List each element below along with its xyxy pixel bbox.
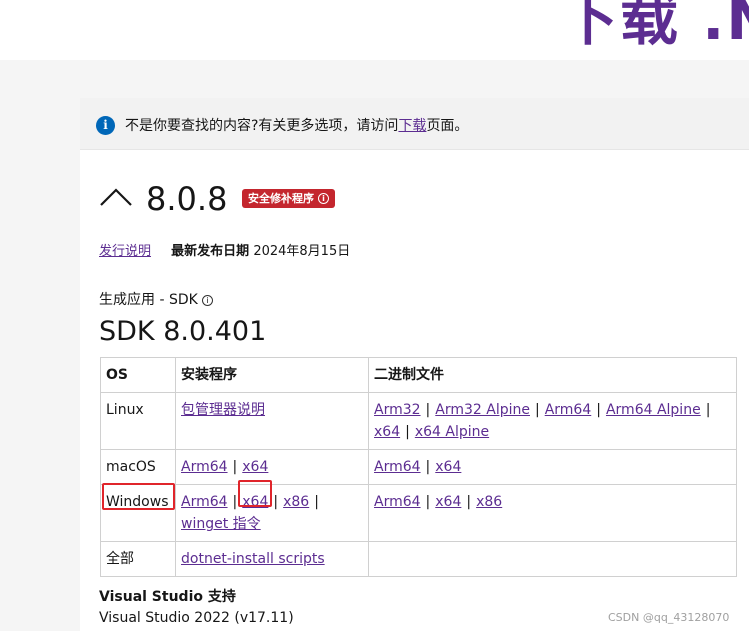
table-row-windows: Windows Arm64 | x64 | x86 | winget 指令 Arm64 | x6…	[100, 484, 737, 542]
installer-link[interactable]: winget 指令	[181, 516, 261, 532]
binary-link[interactable]: Arm64	[374, 494, 421, 510]
separator: |	[232, 494, 238, 510]
separator: |	[232, 459, 238, 475]
notice-text-before: 不是你要查找的内容?有关更多选项，请访问	[125, 118, 399, 134]
installer-cell: dotnet-install scripts	[175, 541, 369, 577]
sdk-subtitle-text: 生成应用 - SDK	[99, 292, 198, 308]
header-installer: 安装程序	[175, 357, 369, 393]
header-os: OS	[100, 357, 176, 393]
installer-link[interactable]: 包管理器说明	[181, 402, 265, 418]
security-badge-label: 安全修补程序	[248, 192, 314, 205]
separator: |	[466, 494, 472, 510]
release-date-value: 2024年8月15日	[253, 244, 351, 259]
separator: |	[425, 402, 431, 418]
binaries-cell: Arm64 | x64	[368, 449, 737, 485]
installer-link[interactable]: x64	[242, 459, 268, 475]
notice-text: 不是你要查找的内容?有关更多选项，请访问下载页面。	[125, 115, 468, 135]
separator: |	[273, 494, 279, 510]
release-notes-link[interactable]: 发行说明	[99, 244, 151, 259]
table-row-macos: macOS Arm64 | x64 Arm64 | x64	[100, 449, 737, 485]
os-cell: macOS	[100, 449, 176, 485]
binary-link[interactable]: x64	[435, 459, 461, 475]
installer-cell: 包管理器说明	[175, 392, 369, 450]
chevron-up-icon[interactable]	[99, 183, 133, 217]
notice-download-link[interactable]: 下载	[398, 118, 426, 134]
info-notice: i 不是你要查找的内容?有关更多选项，请访问下载页面。	[80, 98, 749, 150]
page-hero-title: 下载 .N	[560, 0, 749, 53]
binary-link[interactable]: Arm64	[545, 402, 592, 418]
binary-link[interactable]: x64	[435, 494, 461, 510]
release-meta: 发行说明 最新发布日期 2024年8月15日	[99, 240, 350, 259]
binary-link[interactable]: x86	[476, 494, 502, 510]
installer-link[interactable]: dotnet-install scripts	[181, 551, 325, 567]
binaries-cell: Arm32 | Arm32 Alpine | Arm64 | Arm64 Alpine | x6…	[368, 392, 737, 450]
notice-text-after: 页面。	[426, 118, 469, 134]
security-badge: 安全修补程序 i	[242, 189, 335, 208]
sdk-version: SDK 8.0.401	[99, 316, 267, 347]
binary-link[interactable]: Arm64 Alpine	[606, 402, 701, 418]
table-row-all: 全部 dotnet-install scripts	[100, 541, 737, 577]
installer-link[interactable]: x86	[283, 494, 309, 510]
separator	[80, 150, 749, 166]
binary-link[interactable]: x64 Alpine	[415, 424, 489, 440]
separator: |	[425, 494, 431, 510]
release-date-label: 最新发布日期	[171, 244, 250, 259]
installer-link[interactable]: Arm64	[181, 459, 228, 475]
os-cell: Windows	[100, 484, 176, 542]
installer-cell: Arm64 | x64 | x86 | winget 指令	[175, 484, 369, 542]
header-binaries: 二进制文件	[368, 357, 737, 393]
os-cell: 全部	[100, 541, 176, 577]
download-table: OS 安装程序 二进制文件 Linux 包管理器说明 Arm32 | Arm32 A…	[100, 357, 737, 577]
visual-studio-version: Visual Studio 2022 (v17.11)	[99, 610, 294, 626]
installer-link[interactable]: x64	[242, 494, 268, 510]
separator: |	[534, 402, 540, 418]
info-icon: i	[96, 116, 115, 135]
table-row-linux: Linux 包管理器说明 Arm32 | Arm32 Alpine | Arm64 | Ar…	[100, 392, 737, 450]
separator: |	[425, 459, 431, 475]
visual-studio-title: Visual Studio 支持	[99, 589, 236, 605]
binary-link[interactable]: Arm32 Alpine	[435, 402, 530, 418]
binary-link[interactable]: Arm64	[374, 459, 421, 475]
binary-link[interactable]: x64	[374, 424, 400, 440]
separator: |	[596, 402, 601, 418]
separator: |	[314, 494, 319, 510]
sdk-subtitle: 生成应用 - SDK i	[99, 289, 213, 309]
installer-link[interactable]: Arm64	[181, 494, 228, 510]
os-cell: Linux	[100, 392, 176, 450]
binaries-cell: Arm64 | x64 | x86	[368, 484, 737, 542]
watermark: CSDN @qq_43128070	[608, 611, 730, 624]
sdk-info-icon[interactable]: i	[201, 295, 213, 306]
separator: |	[405, 424, 410, 440]
separator: |	[705, 402, 711, 418]
binaries-cell	[368, 541, 737, 577]
table-header-row: OS 安装程序 二进制文件	[100, 357, 737, 393]
badge-info-icon[interactable]: i	[318, 193, 329, 204]
installer-cell: Arm64 | x64	[175, 449, 369, 485]
release-version: 8.0.8	[146, 180, 228, 218]
binary-link[interactable]: Arm32	[374, 402, 421, 418]
